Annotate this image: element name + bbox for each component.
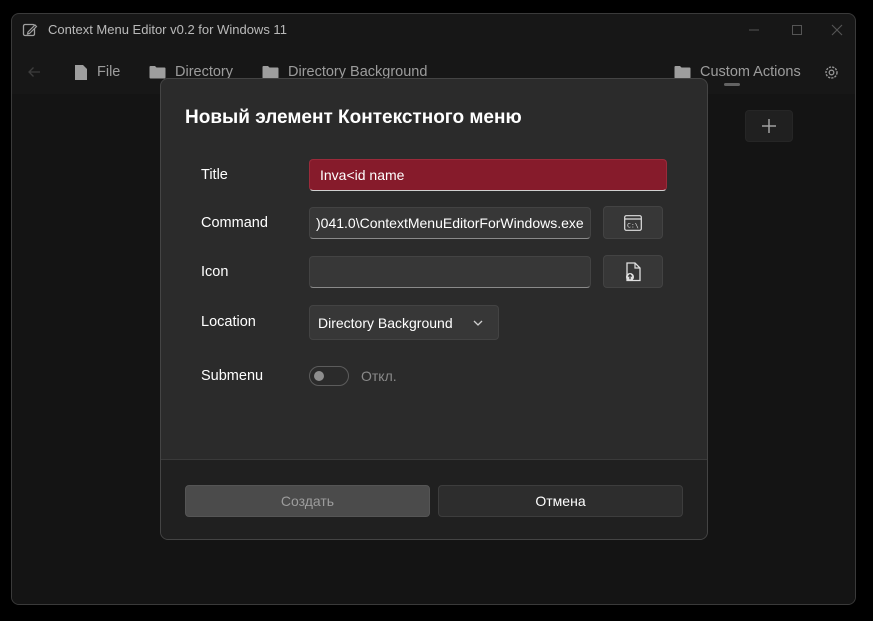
file-upload-icon xyxy=(625,261,641,281)
submenu-state: Откл. xyxy=(361,368,397,384)
browse-command-button[interactable]: C:\ xyxy=(603,206,663,239)
cancel-button[interactable]: Отмена xyxy=(438,485,683,517)
toggle-knob xyxy=(314,371,324,381)
dialog-title: Новый элемент Контекстного меню xyxy=(185,107,522,128)
title-input-value: Inva<id name xyxy=(320,167,405,183)
command-label: Command xyxy=(201,215,268,231)
icon-label: Icon xyxy=(201,264,229,280)
console-icon: C:\ xyxy=(624,214,642,231)
svg-text:C:\: C:\ xyxy=(627,221,639,229)
submenu-toggle[interactable] xyxy=(309,366,349,386)
new-item-dialog: Новый элемент Контекстного меню Title In… xyxy=(160,78,708,540)
title-input[interactable]: Inva<id name xyxy=(309,159,667,191)
location-label: Location xyxy=(201,314,256,330)
create-button[interactable]: Создать xyxy=(185,485,430,517)
submenu-label: Submenu xyxy=(201,368,264,384)
location-select-value: Directory Background xyxy=(318,314,453,331)
dialog-footer: Создать Отмена xyxy=(161,459,707,539)
command-input[interactable]: )041.0\ContextMenuEditorForWindows.exe xyxy=(309,207,591,239)
location-select[interactable]: Directory Background xyxy=(309,305,499,340)
command-input-value: )041.0\ContextMenuEditorForWindows.exe xyxy=(316,215,584,231)
browse-icon-button[interactable] xyxy=(603,255,663,288)
chevron-down-icon xyxy=(473,320,483,326)
icon-input[interactable] xyxy=(309,256,591,288)
title-label: Title xyxy=(201,167,228,183)
